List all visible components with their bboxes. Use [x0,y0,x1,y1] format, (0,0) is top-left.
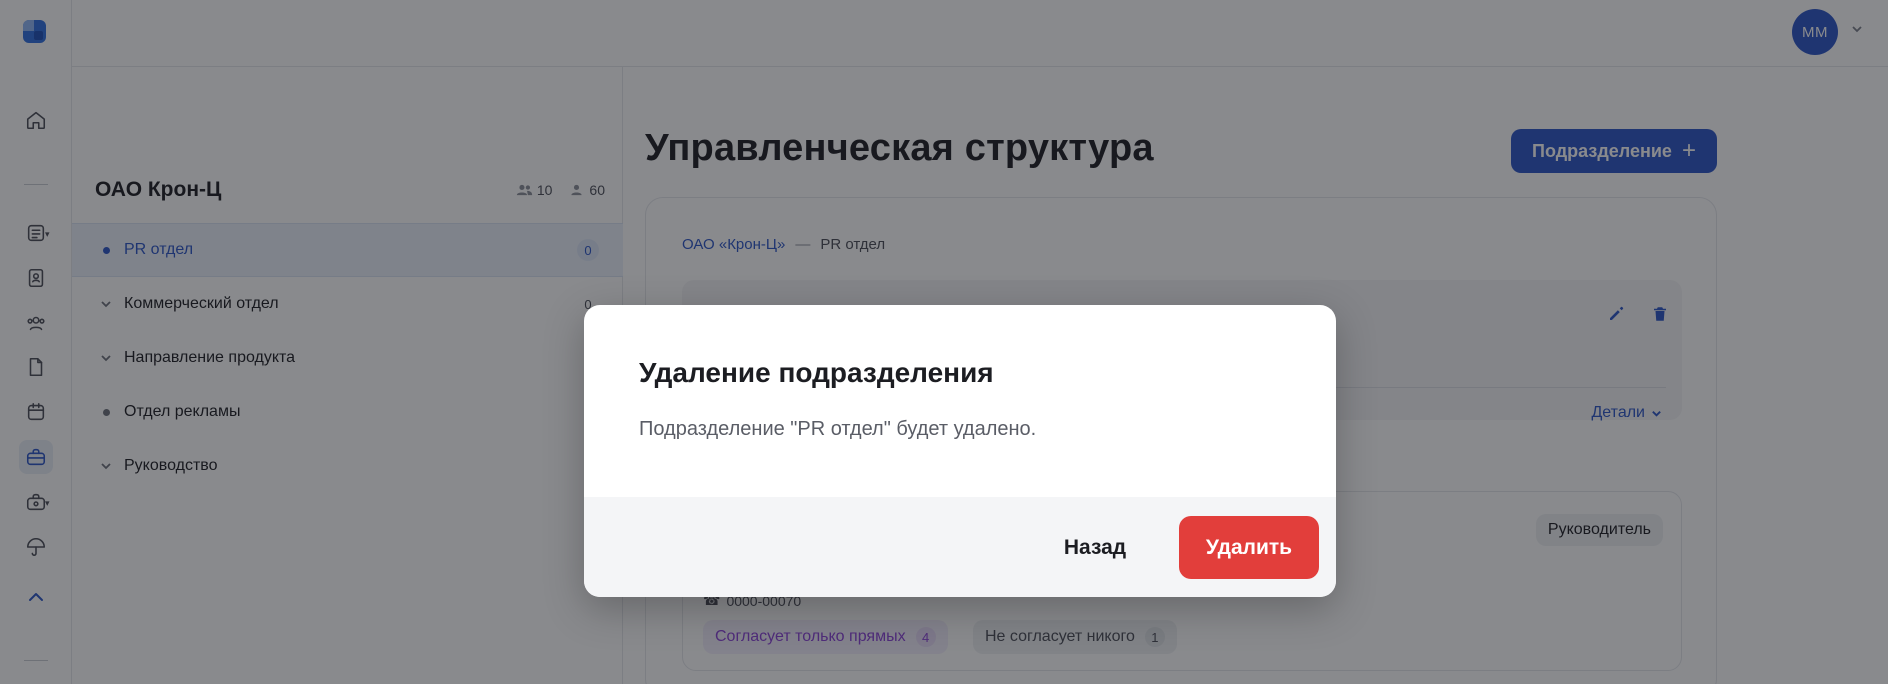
delete-button[interactable]: Удалить [1179,516,1319,579]
delete-department-dialog: Удаление подразделения Подразделение "PR… [584,305,1336,597]
back-button[interactable]: Назад [1053,529,1137,567]
dialog-message: Подразделение "PR отдел" будет удалено. [639,418,1037,440]
dialog-title: Удаление подразделения [639,357,994,388]
dialog-footer: Назад Удалить [584,497,1336,597]
